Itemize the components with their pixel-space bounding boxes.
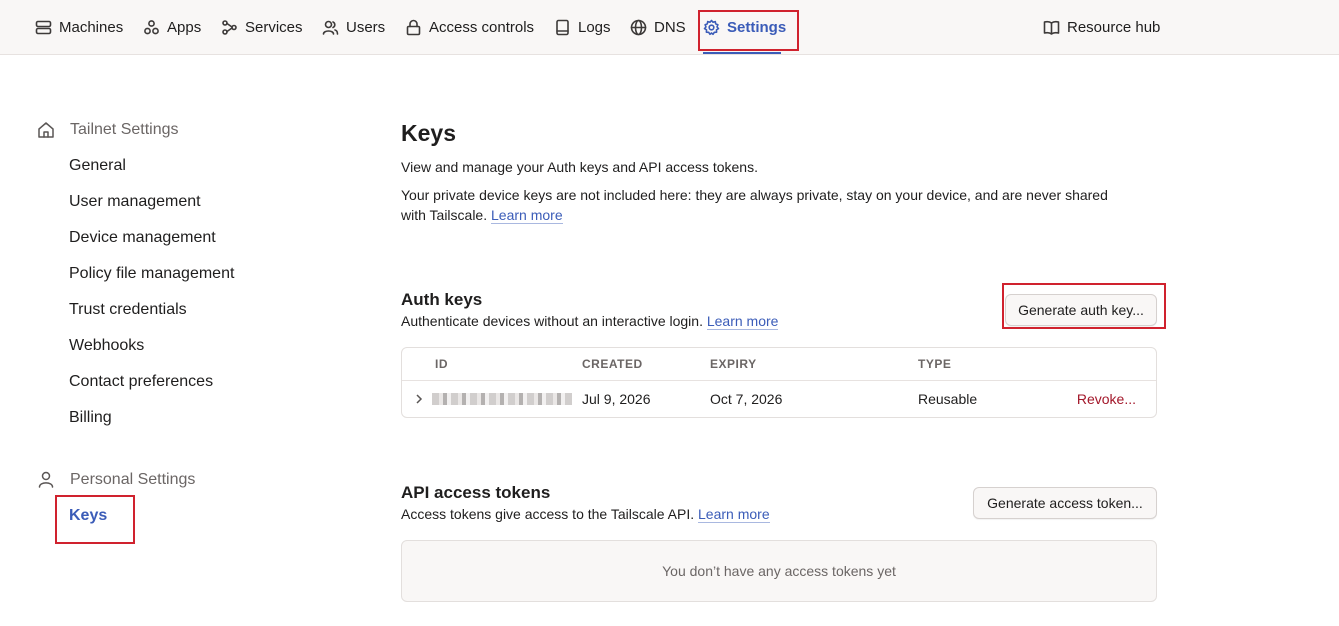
sidebar-item-keys[interactable]: Keys xyxy=(69,507,107,525)
globe-icon xyxy=(630,19,647,36)
gear-icon xyxy=(703,19,720,36)
empty-state-text: You don’t have any access tokens yet xyxy=(662,563,896,579)
auth-keys-desc-text: Authenticate devices without an interact… xyxy=(401,313,703,329)
nav-label: Logs xyxy=(578,19,611,36)
auth-keys-description: Authenticate devices without an interact… xyxy=(401,311,779,331)
api-tokens-empty-state: You don’t have any access tokens yet xyxy=(401,540,1157,602)
api-tokens-learn-more-link[interactable]: Learn more xyxy=(698,506,770,523)
api-tokens-desc-text: Access tokens give access to the Tailsca… xyxy=(401,506,695,522)
nav-users[interactable]: Users xyxy=(322,0,385,55)
nav-dns[interactable]: DNS xyxy=(630,0,686,55)
cell-created: Jul 9, 2026 xyxy=(582,391,651,407)
sidebar-heading-personal: Personal Settings xyxy=(36,470,195,490)
sidebar-heading-label: Personal Settings xyxy=(70,471,196,488)
api-tokens-description: Access tokens give access to the Tailsca… xyxy=(401,504,770,524)
logs-icon xyxy=(556,19,569,36)
top-nav: Machines Apps Services Users Access cont… xyxy=(0,0,1339,55)
column-header-expiry: EXPIRY xyxy=(710,357,757,371)
column-header-type: TYPE xyxy=(918,357,952,371)
nav-settings[interactable]: Settings xyxy=(703,0,786,55)
private-keys-note: Your private device keys are not include… xyxy=(401,185,1161,225)
sidebar-item-webhooks[interactable]: Webhooks xyxy=(69,337,144,355)
user-icon xyxy=(38,471,54,488)
lock-icon xyxy=(406,19,421,36)
nav-label: Apps xyxy=(167,19,202,36)
sidebar-item-billing[interactable]: Billing xyxy=(69,409,112,427)
sidebar-item-contact-preferences[interactable]: Contact preferences xyxy=(69,373,213,391)
note-text-line1: Your private device keys are not include… xyxy=(401,187,1108,203)
sidebar-item-trust-credentials[interactable]: Trust credentials xyxy=(69,301,187,319)
sidebar-item-device-management[interactable]: Device management xyxy=(69,229,216,247)
chevron-right-icon[interactable] xyxy=(414,392,424,404)
generate-access-token-button[interactable]: Generate access token... xyxy=(973,487,1157,519)
learn-more-link[interactable]: Learn more xyxy=(491,207,563,224)
book-open-icon xyxy=(1043,20,1060,35)
redacted-key-id xyxy=(432,393,572,405)
page-description: View and manage your Auth keys and API a… xyxy=(401,159,758,175)
sidebar-heading-tailnet: Tailnet Settings xyxy=(36,120,179,140)
nav-label: DNS xyxy=(654,19,686,36)
sidebar-heading-label: Tailnet Settings xyxy=(70,121,179,138)
note-text-line2: with Tailscale. xyxy=(401,207,488,223)
services-icon xyxy=(222,20,237,35)
column-header-id: ID xyxy=(435,357,448,371)
nav-machines[interactable]: Machines xyxy=(35,0,123,55)
auth-keys-title: Auth keys xyxy=(401,290,483,309)
nav-logs[interactable]: Logs xyxy=(554,0,611,55)
machines-icon xyxy=(35,20,52,35)
nav-services[interactable]: Services xyxy=(221,0,303,55)
sidebar-item-user-management[interactable]: User management xyxy=(69,193,201,211)
users-icon xyxy=(322,20,339,35)
table-divider xyxy=(402,380,1156,381)
cell-expiry: Oct 7, 2026 xyxy=(710,391,783,407)
nav-access-controls[interactable]: Access controls xyxy=(405,0,534,55)
auth-keys-learn-more-link[interactable]: Learn more xyxy=(706,313,779,330)
nav-label: Machines xyxy=(59,19,124,36)
apps-icon xyxy=(144,20,159,35)
nav-label: Settings xyxy=(727,19,787,36)
sidebar-item-policy-file-management[interactable]: Policy file management xyxy=(69,265,234,283)
api-tokens-title: API access tokens xyxy=(401,483,551,502)
nav-label: Users xyxy=(346,19,386,36)
column-header-created: CREATED xyxy=(582,357,643,371)
nav-label: Resource hub xyxy=(1067,19,1161,36)
revoke-link[interactable]: Revoke... xyxy=(1077,391,1136,407)
nav-apps[interactable]: Apps xyxy=(143,0,201,55)
home-icon xyxy=(38,122,54,138)
nav-label: Services xyxy=(245,19,303,36)
nav-label: Access controls xyxy=(429,19,535,36)
generate-auth-key-button[interactable]: Generate auth key... xyxy=(1005,294,1157,326)
nav-resource-hub[interactable]: Resource hub xyxy=(1043,0,1160,55)
page-title: Keys xyxy=(401,120,456,146)
cell-type: Reusable xyxy=(918,391,978,407)
sidebar-item-general[interactable]: General xyxy=(69,157,126,175)
auth-keys-table: ID CREATED EXPIRY TYPE Jul 9, 2026 Oct 7… xyxy=(401,347,1157,418)
active-tab-indicator xyxy=(703,52,781,54)
